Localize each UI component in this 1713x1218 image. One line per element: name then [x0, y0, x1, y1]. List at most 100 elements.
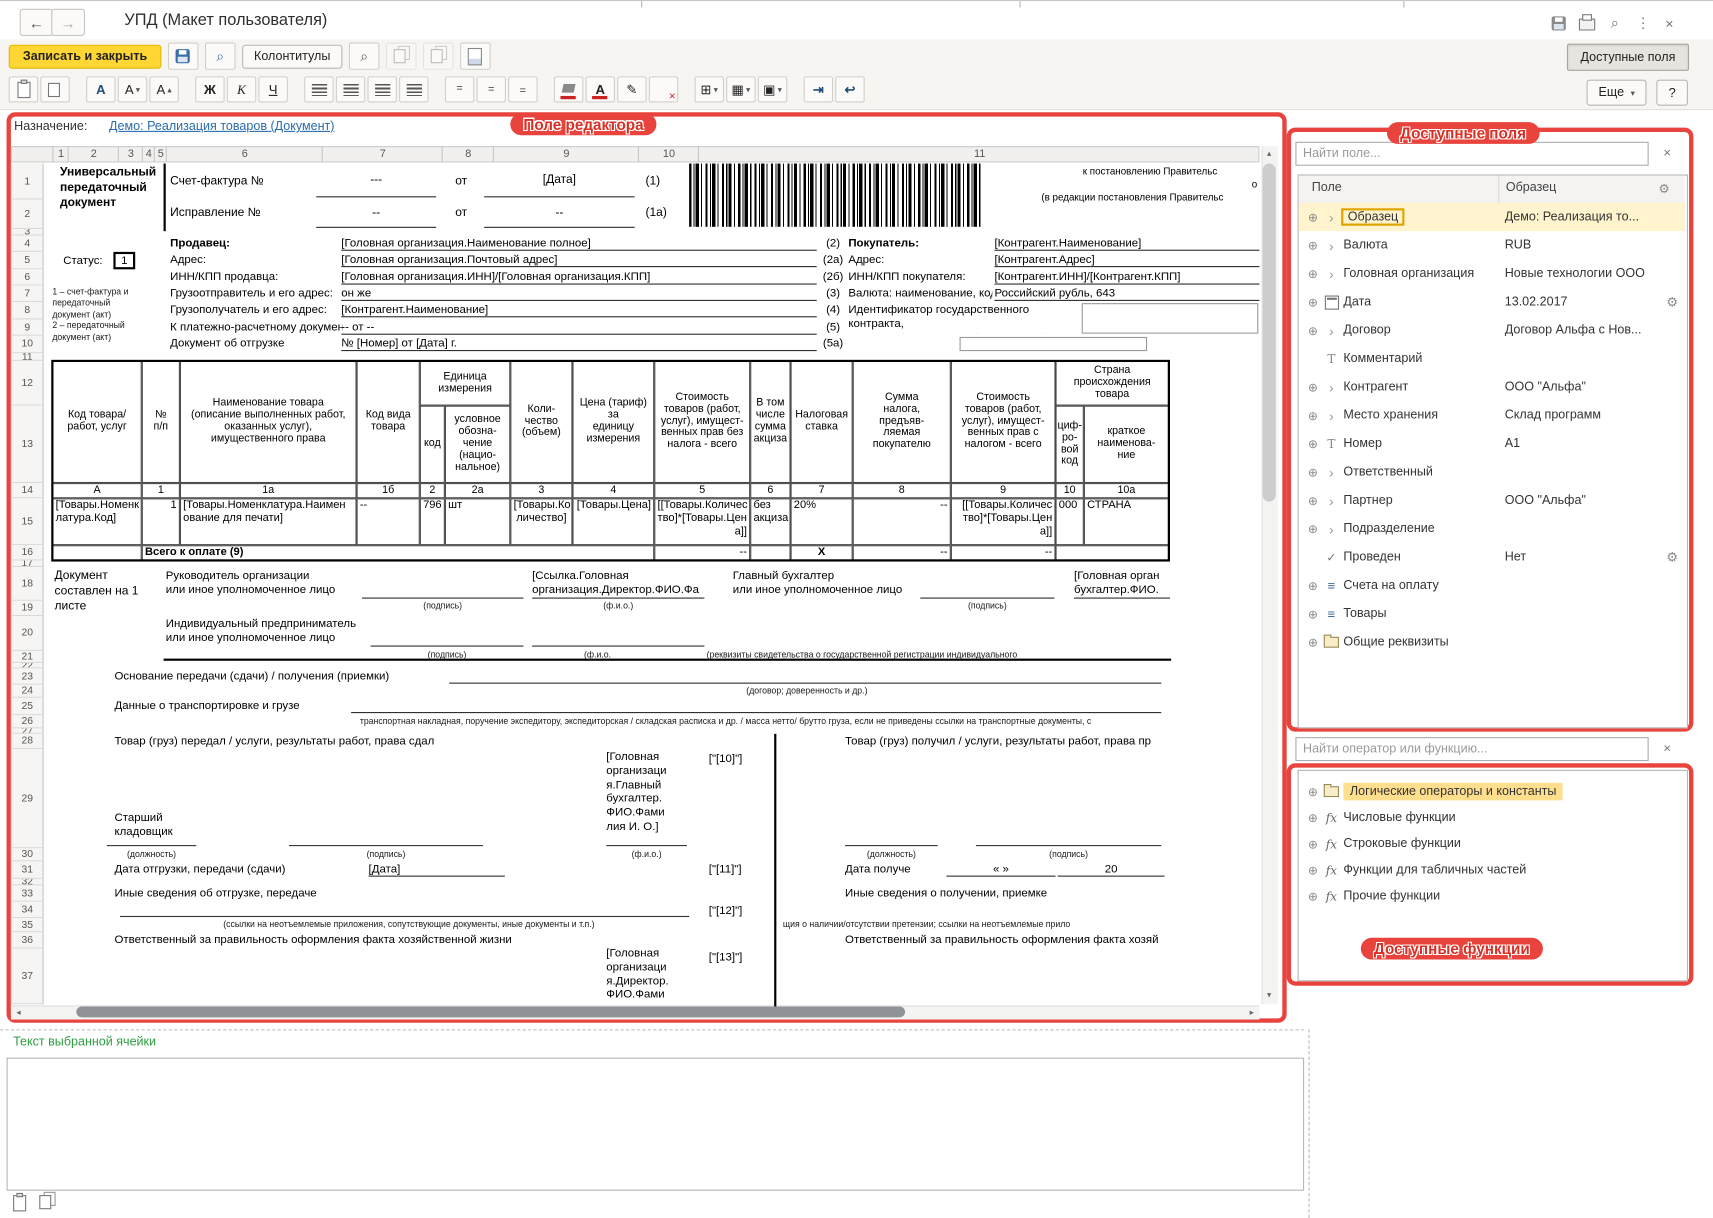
grid-cell[interactable]: [Дата] — [369, 863, 505, 877]
grid-cell[interactable] — [52, 545, 141, 560]
row-header[interactable]: 8 — [11, 302, 44, 319]
row-header[interactable]: 12 — [11, 361, 44, 406]
print-preview-button[interactable]: ⌕ — [205, 43, 236, 70]
grid-cell[interactable]: краткое наименова- ние — [1084, 406, 1169, 483]
grid-cell[interactable]: 1б — [357, 483, 420, 498]
grid-cell[interactable]: Единица измерения — [420, 361, 511, 406]
valign-top-icon[interactable]: = — [445, 76, 474, 102]
grid-cell[interactable]: [Товары.Ко личество] — [510, 498, 572, 545]
grid-cell[interactable]: -- — [951, 545, 1056, 560]
function-group-row[interactable]: ⊕fxФункции для табличных частей — [1299, 857, 1685, 883]
grid-cell[interactable]: Адрес: — [848, 253, 990, 267]
grid-cell[interactable]: Документ об отгрузке — [170, 337, 342, 351]
valign-bottom-icon[interactable]: = — [508, 76, 537, 102]
paste-icon[interactable] — [13, 1195, 26, 1211]
grid-cell[interactable]: Сумма налога, предъяв- ляемая покупателю — [853, 361, 951, 483]
column-header[interactable]: 7 — [322, 146, 443, 162]
row-header[interactable]: 10 — [11, 336, 44, 353]
grid-cell[interactable]: ["[13]"] — [709, 951, 766, 965]
grid-cell[interactable]: Цена (тариф) за единицу измерения — [572, 361, 654, 483]
borders-dropdown[interactable]: ⊞▾ — [695, 76, 724, 102]
gear-icon[interactable]: ⚙ — [1666, 550, 1678, 565]
grid-cell[interactable] — [920, 569, 1054, 598]
column-header[interactable]: 8 — [442, 146, 494, 162]
grid-cell[interactable]: К платежно-расчетному документу № — [170, 321, 342, 335]
grid-cell[interactable]: 5 — [654, 483, 750, 498]
row-header[interactable]: 21 — [11, 651, 44, 663]
grid-cell[interactable]: 1 — [142, 498, 180, 545]
close-icon[interactable]: × — [1657, 13, 1681, 33]
row-header[interactable]: 31 — [11, 861, 44, 878]
expand-icon[interactable]: ⊕ — [1304, 889, 1321, 903]
row-header[interactable]: 33 — [11, 885, 44, 901]
row-header[interactable]: 6 — [11, 269, 44, 285]
grid-cell[interactable]: -- — [316, 200, 436, 228]
grid-cell[interactable]: (1а) — [646, 198, 683, 229]
grid-cell[interactable]: ["[12]"] — [709, 904, 766, 918]
grid-cell[interactable]: --- — [316, 165, 436, 198]
row-header[interactable]: 29 — [11, 749, 44, 848]
add-field-icon[interactable]: ⊕ — [1304, 267, 1321, 281]
row-header[interactable]: 19 — [11, 601, 44, 616]
find-button[interactable]: ⌕ — [349, 43, 380, 70]
grid-cell[interactable]: [Головная организация.Наименование полно… — [341, 237, 816, 251]
grid-cell[interactable] — [774, 734, 776, 1007]
sample-column-header[interactable]: Образец — [1506, 181, 1557, 194]
gear-icon[interactable]: ⚙ — [1666, 294, 1678, 309]
grid-cell[interactable]: ["[10]"] — [709, 752, 766, 766]
grid-cell[interactable]: -- от -- — [341, 321, 816, 335]
row-header[interactable]: 26 — [11, 715, 44, 728]
add-field-icon[interactable]: ⊕ — [1304, 210, 1321, 224]
add-field-icon[interactable]: ⊕ — [1304, 437, 1321, 451]
grid-cell[interactable]: Иные сведения об отгрузке, передаче — [114, 886, 392, 900]
grid-cell[interactable]: -- — [654, 545, 750, 560]
grid-cell[interactable]: [[Товары.Количес тво]*[Товары.Цен а]] — [654, 498, 750, 545]
row-header[interactable]: 20 — [11, 616, 44, 651]
row-header[interactable]: 30 — [11, 848, 44, 861]
grid-cell[interactable] — [845, 845, 938, 846]
grid-cell[interactable]: 1а — [180, 483, 357, 498]
grid-cell[interactable]: без акциза — [750, 498, 790, 545]
paste-style-button[interactable] — [423, 43, 454, 70]
align-center-icon[interactable] — [336, 76, 365, 102]
grid-cell[interactable]: (3) — [818, 287, 849, 301]
function-search-input[interactable] — [1295, 737, 1648, 761]
grid-cell[interactable]: № п/п — [142, 361, 180, 483]
grid-cell[interactable]: Статус: — [63, 254, 113, 268]
grid-cell[interactable]: [Головная организация.ИНН]/[Головная орг… — [341, 270, 816, 284]
available-fields-button[interactable]: Доступные поля — [1567, 44, 1689, 71]
field-search-input[interactable] — [1295, 142, 1648, 166]
grid-cell[interactable]: ИНН/КПП продавца: — [170, 270, 338, 284]
grid-cell[interactable]: Исправление № — [170, 198, 312, 229]
column-header[interactable]: 10 — [638, 146, 699, 162]
function-group-row[interactable]: ⊕fxЧисловые функции — [1299, 805, 1685, 831]
grid-cell[interactable] — [371, 617, 524, 646]
scroll-up-icon[interactable]: ▴ — [1262, 146, 1277, 160]
field-row[interactable]: ⊕›ДоговорДоговор Альфа с Нов... — [1299, 316, 1685, 344]
add-field-icon[interactable]: ⊕ — [1304, 607, 1321, 621]
row-header[interactable]: 13 — [11, 406, 44, 483]
grid-cell[interactable]: 2а — [445, 483, 510, 498]
grid-cell[interactable] — [1082, 303, 1259, 334]
grid-cell[interactable] — [532, 617, 704, 646]
row-header[interactable]: 28 — [11, 734, 44, 749]
field-row[interactable]: ⊕›Головная организацияНовые технологии О… — [1299, 260, 1685, 288]
add-field-icon[interactable]: ⊕ — [1304, 465, 1321, 479]
copy-style-button[interactable] — [386, 43, 417, 70]
grid-cell[interactable]: 2 — [420, 483, 445, 498]
back-button[interactable]: ← — [20, 9, 54, 36]
grid-cell[interactable]: Ответственный за правильность оформления… — [114, 933, 637, 947]
scroll-right-icon[interactable]: ▸ — [1244, 1005, 1259, 1019]
row-header[interactable]: 37 — [11, 949, 44, 1005]
grid-cell[interactable]: (2) — [818, 237, 849, 251]
grid-cell[interactable]: Наименование товара (описание выполненны… — [180, 361, 357, 483]
grid-cell[interactable]: условное обозна- чение (нацио- нальное) — [445, 406, 510, 483]
grid-cell[interactable]: А — [52, 483, 141, 498]
grid-cell[interactable]: 7 — [791, 483, 853, 498]
grid-cell[interactable]: 796 — [420, 498, 445, 545]
grid-cell[interactable]: (5) — [818, 321, 849, 335]
font-button[interactable]: А — [86, 76, 115, 102]
add-field-icon[interactable]: ⊕ — [1304, 380, 1321, 394]
grid-cell[interactable]: Старший кладовщик — [114, 811, 193, 846]
clear-search-icon[interactable]: × — [1657, 143, 1677, 163]
